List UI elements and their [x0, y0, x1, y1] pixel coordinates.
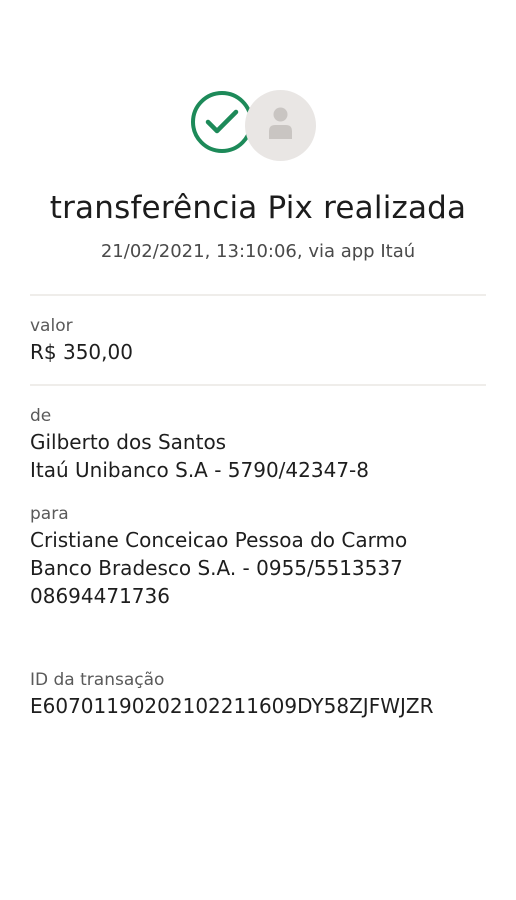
- sender-name: Gilberto dos Santos: [30, 430, 227, 454]
- recipient-name: Cristiane Conceicao Pessoa do Carmo: [30, 528, 408, 552]
- page-title: transferência Pix realizada: [49, 190, 467, 226]
- sender-label: de: [30, 406, 52, 426]
- recipient-bank: Banco Bradesco S.A. - 0955/5513537: [30, 556, 403, 580]
- transfer-datetime: 21/02/2021, 13:10:06, via app Itaú: [100, 241, 416, 262]
- amount-value: R$ 350,00: [30, 340, 133, 364]
- check-circle-icon: [191, 91, 253, 153]
- amount-label: valor: [30, 316, 73, 336]
- transaction-id-label: ID da transação: [30, 670, 165, 690]
- transaction-id-value: E60701190202102211609DY58ZJFWJZR: [30, 694, 434, 718]
- recipient-label: para: [30, 504, 69, 524]
- divider: [30, 384, 486, 386]
- receipt-header: transferência Pix realizada 21/02/2021, …: [0, 0, 516, 262]
- user-avatar-icon: [245, 90, 316, 161]
- recipient-document: 08694471736: [30, 584, 170, 608]
- divider: [30, 294, 486, 296]
- sender-bank: Itaú Unibanco S.A - 5790/42347-8: [30, 458, 369, 482]
